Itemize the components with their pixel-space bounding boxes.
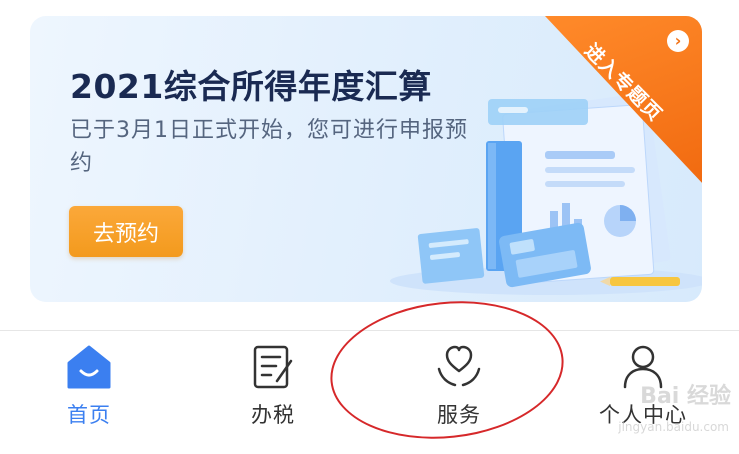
chevron-right-icon: › [667, 30, 689, 52]
nav-home-label: 首页 [67, 403, 111, 427]
home-icon [67, 345, 111, 389]
nav-home[interactable]: 首页 [29, 341, 149, 441]
nav-tax[interactable]: 办税 [213, 341, 333, 441]
watermark-url: jingyan.baidu.com [618, 420, 729, 434]
tax-form-icon [253, 345, 293, 389]
reserve-button[interactable]: 去预约 [69, 206, 183, 257]
promo-banner[interactable]: 2021综合所得年度汇算 已于3月1日正式开始，您可进行申报预约 去预约 › 进… [30, 16, 702, 302]
watermark: Bai 经验 [640, 384, 731, 409]
nav-tax-label: 办税 [251, 403, 295, 427]
